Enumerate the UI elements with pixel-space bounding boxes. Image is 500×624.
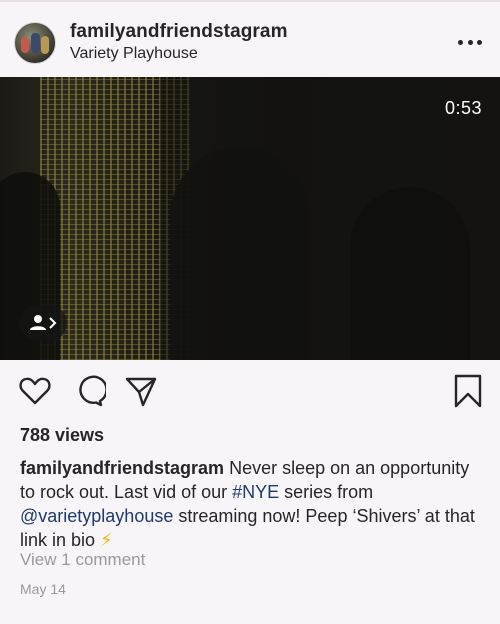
- view-count: 788 views: [20, 425, 105, 445]
- tagged-people-button[interactable]: [19, 305, 67, 341]
- video-player[interactable]: [0, 77, 500, 360]
- post-header: familyandfriendstagram Variety Playhouse: [0, 10, 500, 74]
- caption-mention[interactable]: @varietyplayhouse: [20, 506, 173, 526]
- comment-icon[interactable]: [72, 374, 106, 408]
- caption-username[interactable]: familyandfriendstagram: [20, 458, 224, 478]
- more-options-icon[interactable]: [458, 30, 482, 54]
- paper-plane-icon[interactable]: [124, 374, 158, 408]
- post-caption: familyandfriendstagram Never sleep on an…: [20, 456, 485, 552]
- view-comments-link[interactable]: View 1 comment: [20, 550, 145, 570]
- video-timer: 0:53: [444, 98, 482, 118]
- bookmark-icon[interactable]: [452, 374, 486, 408]
- avatar[interactable]: [14, 22, 56, 64]
- post-username[interactable]: familyandfriendstagram: [70, 21, 288, 43]
- post-actions: [0, 374, 500, 412]
- post-date: May 14: [20, 581, 66, 597]
- top-divider: [0, 0, 500, 2]
- lightning-emoji: ⚡: [100, 530, 113, 550]
- heart-icon[interactable]: [18, 374, 52, 408]
- caption-hashtag[interactable]: #NYE: [232, 482, 279, 502]
- post-location[interactable]: Variety Playhouse: [70, 45, 198, 63]
- caption-text-2: series from: [279, 482, 374, 502]
- person-tag-icon: [30, 315, 57, 330]
